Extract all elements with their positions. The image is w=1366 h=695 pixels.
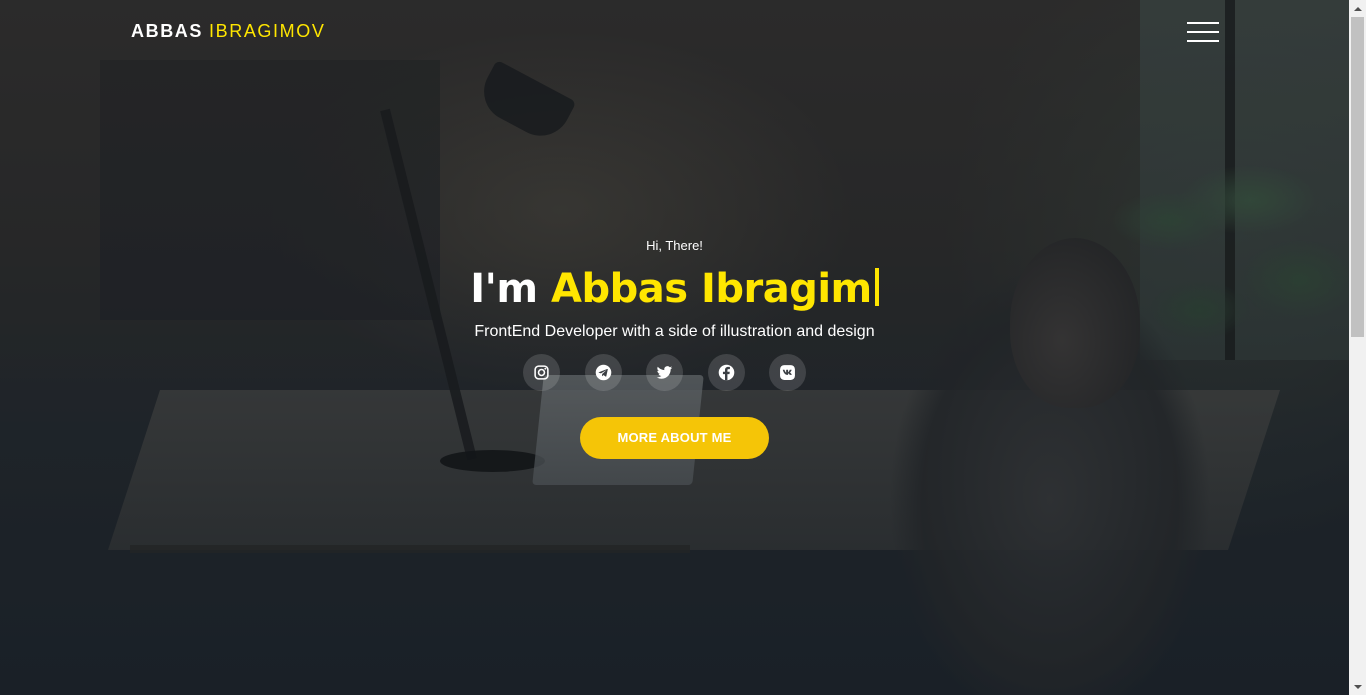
vk-icon [780,365,795,380]
arrow-down-icon [1353,684,1362,689]
hero-tagline: FrontEnd Developer with a side of illust… [474,323,875,340]
typing-cursor [874,268,879,306]
arrow-up-icon [1353,6,1362,11]
twitter-icon [656,366,673,379]
more-about-me-button[interactable]: MORE ABOUT ME [580,417,769,459]
telegram-icon [595,364,611,381]
hero-greeting: Hi, There! [646,238,703,253]
instagram-link[interactable] [523,354,560,391]
telegram-link[interactable] [584,354,622,391]
page: ABBAS IBRAGIMOV Hi, There! I'm Abbas Ibra… [0,0,1366,695]
scroll-thumb[interactable] [1351,17,1364,337]
scroll-down-arrow[interactable] [1349,678,1366,695]
scroll-up-arrow[interactable] [1349,0,1366,17]
instagram-icon [534,365,549,380]
vertical-scrollbar[interactable] [1349,0,1366,695]
facebook-icon [718,364,734,381]
headline-name: Abbas Ibragim [551,266,872,312]
social-links [523,354,806,391]
vk-link[interactable] [769,354,806,391]
hero-section: Hi, There! I'm Abbas Ibragim FrontEnd De… [0,0,1349,695]
hero-headline: I'm Abbas Ibragim [0,262,1349,316]
facebook-link[interactable] [707,354,745,391]
twitter-link[interactable] [646,354,683,391]
headline-prefix: I'm [470,266,538,312]
